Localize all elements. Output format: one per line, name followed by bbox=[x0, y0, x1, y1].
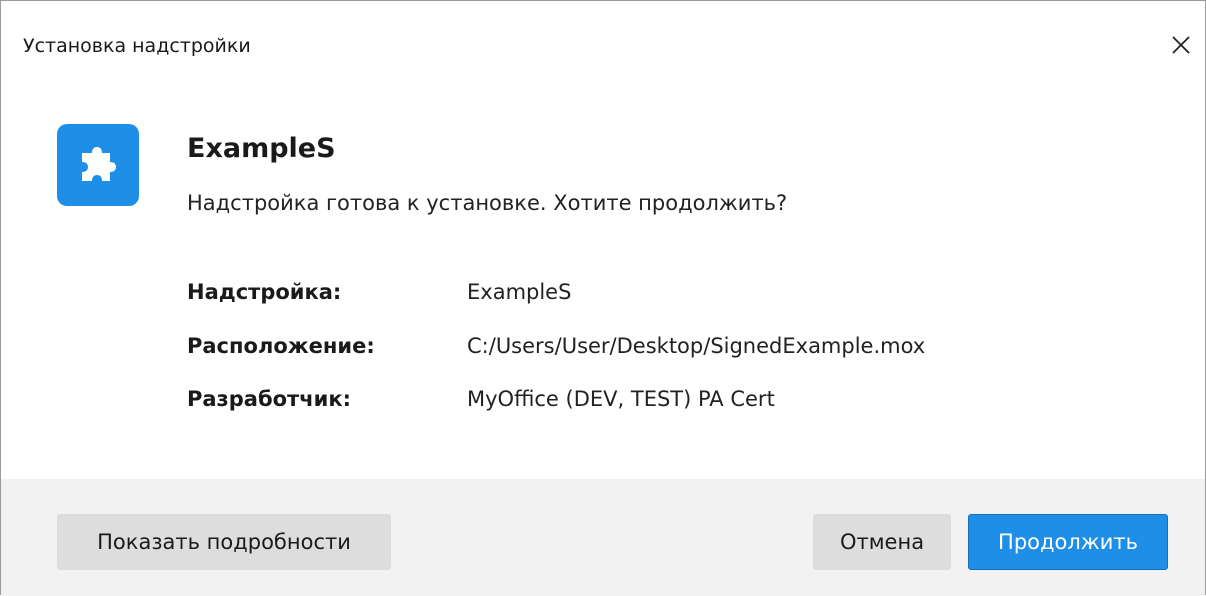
install-addon-dialog: Установка надстройки ExampleS Надстройка… bbox=[0, 0, 1206, 596]
close-button[interactable] bbox=[1163, 27, 1199, 63]
title-bar: Установка надстройки bbox=[1, 1, 1205, 91]
puzzle-icon bbox=[82, 147, 116, 181]
developer-label: Разработчик: bbox=[187, 387, 352, 411]
window-title: Установка надстройки bbox=[23, 35, 251, 57]
developer-value: MyOffice (DEV, TEST) PA Cert bbox=[467, 387, 775, 411]
addon-name: ExampleS bbox=[187, 133, 336, 164]
show-details-button[interactable]: Показать подробности bbox=[57, 514, 391, 570]
continue-button[interactable]: Продолжить bbox=[968, 514, 1168, 570]
install-prompt: Надстройка готова к установке. Хотите пр… bbox=[187, 191, 788, 215]
addon-label: Надстройка: bbox=[187, 280, 342, 304]
dialog-footer: Показать подробности Отмена Продолжить bbox=[1, 479, 1205, 596]
location-value: C:/Users/User/Desktop/SignedExample.mox bbox=[467, 334, 926, 358]
location-label: Расположение: bbox=[187, 334, 375, 358]
close-icon bbox=[1172, 36, 1190, 54]
addon-value: ExampleS bbox=[467, 280, 572, 304]
cancel-button[interactable]: Отмена bbox=[813, 514, 951, 570]
addon-tile bbox=[57, 124, 139, 206]
